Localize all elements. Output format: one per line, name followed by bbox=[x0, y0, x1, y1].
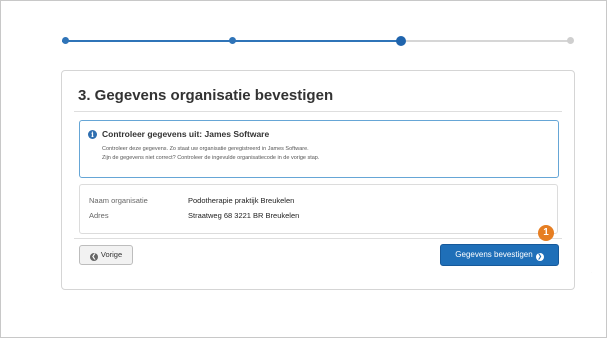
confirm-details-button[interactable]: Gegevens bevestigen ❯ bbox=[440, 244, 559, 266]
progress-stepper bbox=[62, 34, 574, 48]
step-3-dot-current bbox=[396, 36, 406, 46]
info-text-line-1: Controleer deze gegevens. Zo staat uw or… bbox=[102, 146, 309, 152]
step-1-dot bbox=[62, 37, 69, 44]
back-button-label: Vorige bbox=[100, 250, 123, 259]
detail-value-address: Straatweg 68 3221 BR Breukelen bbox=[188, 211, 300, 220]
info-box: i Controleer gegevens uit: James Softwar… bbox=[79, 120, 559, 178]
confirm-organisation-card: 3. Gegevens organisatie bevestigen i Con… bbox=[61, 70, 575, 290]
stepper-line-remaining bbox=[401, 40, 571, 42]
step-2-dot bbox=[229, 37, 236, 44]
info-text-line-2: Zijn de gegevens niet correct? Controlee… bbox=[102, 155, 320, 161]
title-divider bbox=[74, 111, 562, 112]
back-button[interactable]: ❮ Vorige bbox=[79, 245, 133, 265]
chevron-left-circle-icon: ❮ bbox=[89, 253, 98, 261]
detail-label-name: Naam organisatie bbox=[89, 196, 148, 205]
info-icon: i bbox=[88, 130, 97, 139]
info-heading: Controleer gegevens uit: James Software bbox=[102, 129, 270, 139]
footer-divider bbox=[74, 238, 562, 239]
step-4-dot bbox=[567, 37, 574, 44]
detail-value-name: Podotherapie praktijk Breukelen bbox=[188, 196, 295, 205]
page-title: 3. Gegevens organisatie bevestigen bbox=[78, 87, 334, 104]
organisation-details: Naam organisatie Podotherapie praktijk B… bbox=[79, 184, 558, 234]
step-callout-badge: 1 bbox=[538, 225, 554, 241]
detail-label-address: Adres bbox=[89, 211, 109, 220]
chevron-right-circle-icon: ❯ bbox=[535, 253, 544, 261]
confirm-button-label: Gegevens bevestigen bbox=[455, 250, 533, 259]
